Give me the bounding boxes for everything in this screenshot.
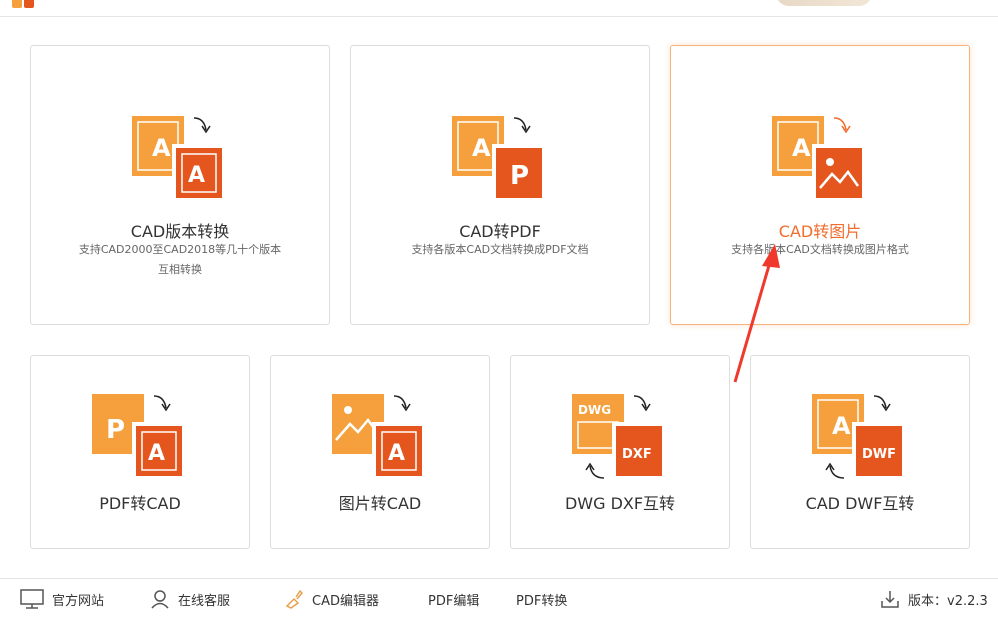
cad-version-icon: A A	[132, 116, 224, 200]
cad-editor-link[interactable]: CAD编辑器	[284, 579, 379, 619]
svg-text:A: A	[188, 163, 205, 188]
svg-text:A: A	[832, 412, 851, 440]
card-title: CAD转PDF	[459, 222, 541, 241]
svg-text:P: P	[106, 415, 125, 445]
monitor-icon	[20, 589, 44, 609]
brush-icon	[285, 589, 304, 609]
svg-text:A: A	[148, 441, 165, 466]
cad-editor-label: CAD编辑器	[312, 593, 379, 609]
svg-text:DWG: DWG	[578, 403, 611, 417]
svg-text:A: A	[472, 134, 491, 162]
card-title: 图片转CAD	[338, 494, 422, 513]
support-label: 在线客服	[178, 593, 231, 609]
version-label: 版本：v2.2.3	[908, 593, 988, 609]
version-info[interactable]: 版本：v2.2.3	[880, 579, 988, 619]
pdf-editor-link[interactable]: PDF编辑	[428, 579, 479, 619]
card-title: DWG DXF互转	[564, 494, 676, 513]
card-cad-to-image[interactable]: A CAD转图片 支持各版本CAD文档转换成图片格式	[670, 45, 970, 325]
card-title: CAD转图片	[778, 222, 862, 241]
support-link[interactable]: 在线客服	[150, 579, 230, 619]
website-link[interactable]: 官方网站	[20, 579, 104, 619]
card-cad-to-pdf[interactable]: A P CAD转PDF 支持各版本CAD文档转换成PDF文档	[350, 45, 650, 325]
card-description: 支持各版本CAD文档转换成PDF文档	[411, 243, 589, 256]
card-image-to-cad[interactable]: A 图片转CAD	[270, 355, 490, 549]
bottom-bar: 官方网站 在线客服 CAD编辑器 PDF编辑 PDF转换 版本：v2.2.3	[0, 578, 998, 619]
card-title: CAD版本转换	[130, 222, 230, 241]
user-icon	[151, 590, 169, 609]
svg-text:P: P	[510, 161, 529, 191]
cad-dwf-icon: A DWF	[812, 394, 904, 479]
cad-to-pdf-icon: A P	[452, 116, 544, 200]
card-pdf-to-cad[interactable]: P A PDF转CAD	[30, 355, 250, 549]
top-action-button[interactable]	[776, 0, 872, 6]
card-title: PDF转CAD	[99, 494, 181, 513]
card-description: 支持CAD2000至CAD2018等几十个版本 互相转换	[78, 243, 282, 276]
website-label: 官方网站	[52, 593, 105, 609]
svg-text:DXF: DXF	[622, 447, 652, 462]
card-description: 支持各版本CAD文档转换成图片格式	[731, 243, 909, 256]
pdf-editor-label: PDF编辑	[428, 593, 480, 609]
title-bar	[0, 0, 998, 17]
svg-text:A: A	[388, 441, 405, 466]
dwg-dxf-icon: DWG DXF	[572, 394, 664, 479]
pdf-convert-link[interactable]: PDF转换	[516, 579, 567, 619]
svg-text:DWF: DWF	[862, 447, 896, 462]
cad-to-image-icon: A	[772, 116, 864, 200]
download-icon	[881, 591, 899, 608]
svg-text:A: A	[792, 134, 811, 162]
pdf-to-cad-icon: P A	[92, 394, 184, 478]
card-cad-version-convert[interactable]: A A CAD版本转换 支持CAD2000至CAD2018等几十个版本 互相转换	[30, 45, 330, 325]
pdf-convert-label: PDF转换	[516, 593, 568, 609]
svg-text:A: A	[152, 134, 171, 162]
card-dwg-dxf-convert[interactable]: DWG DXF DWG DXF互转	[510, 355, 730, 549]
image-to-cad-icon: A	[332, 394, 424, 478]
app-logo-icon	[12, 0, 34, 8]
card-title: CAD DWF互转	[805, 494, 915, 513]
card-cad-dwf-convert[interactable]: A DWF CAD DWF互转	[750, 355, 970, 549]
